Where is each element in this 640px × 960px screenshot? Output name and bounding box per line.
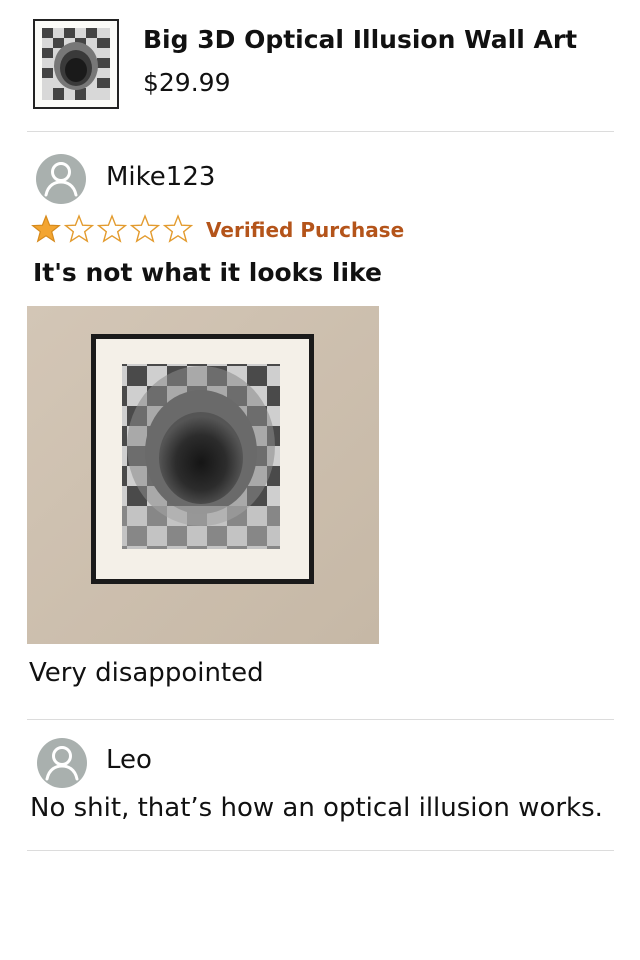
framed-optical-illusion-photo-icon: [27, 306, 379, 644]
review-photo[interactable]: [27, 306, 379, 644]
optical-illusion-thumbnail-icon: [42, 28, 110, 100]
replier-avatar[interactable]: [37, 738, 87, 788]
divider: [27, 719, 614, 720]
user-silhouette-icon: [44, 162, 78, 197]
star-filled-icon: [32, 215, 60, 242]
star-empty-icon: [130, 215, 160, 242]
review-title: It's not what it looks like: [33, 258, 382, 287]
user-silhouette-icon: [45, 746, 79, 781]
star-empty-icon: [97, 215, 127, 242]
reviewer-username[interactable]: Mike123: [106, 162, 215, 192]
review-body: Very disappointed: [29, 658, 264, 688]
reply-body: No shit, that’s how an optical illusion …: [30, 793, 603, 823]
replier-username[interactable]: Leo: [106, 745, 152, 775]
reviewer-avatar[interactable]: [36, 154, 86, 204]
star-rating: [32, 215, 193, 242]
star-empty-icon: [163, 215, 193, 242]
divider: [27, 850, 614, 851]
divider: [27, 131, 614, 132]
star-empty-icon: [64, 215, 94, 242]
product-price: $29.99: [143, 68, 231, 97]
verified-purchase-badge: Verified Purchase: [206, 218, 405, 242]
product-thumbnail[interactable]: [33, 19, 119, 109]
product-title[interactable]: Big 3D Optical Illusion Wall Art: [143, 25, 577, 54]
product-header[interactable]: Big 3D Optical Illusion Wall Art $29.99: [0, 0, 640, 130]
